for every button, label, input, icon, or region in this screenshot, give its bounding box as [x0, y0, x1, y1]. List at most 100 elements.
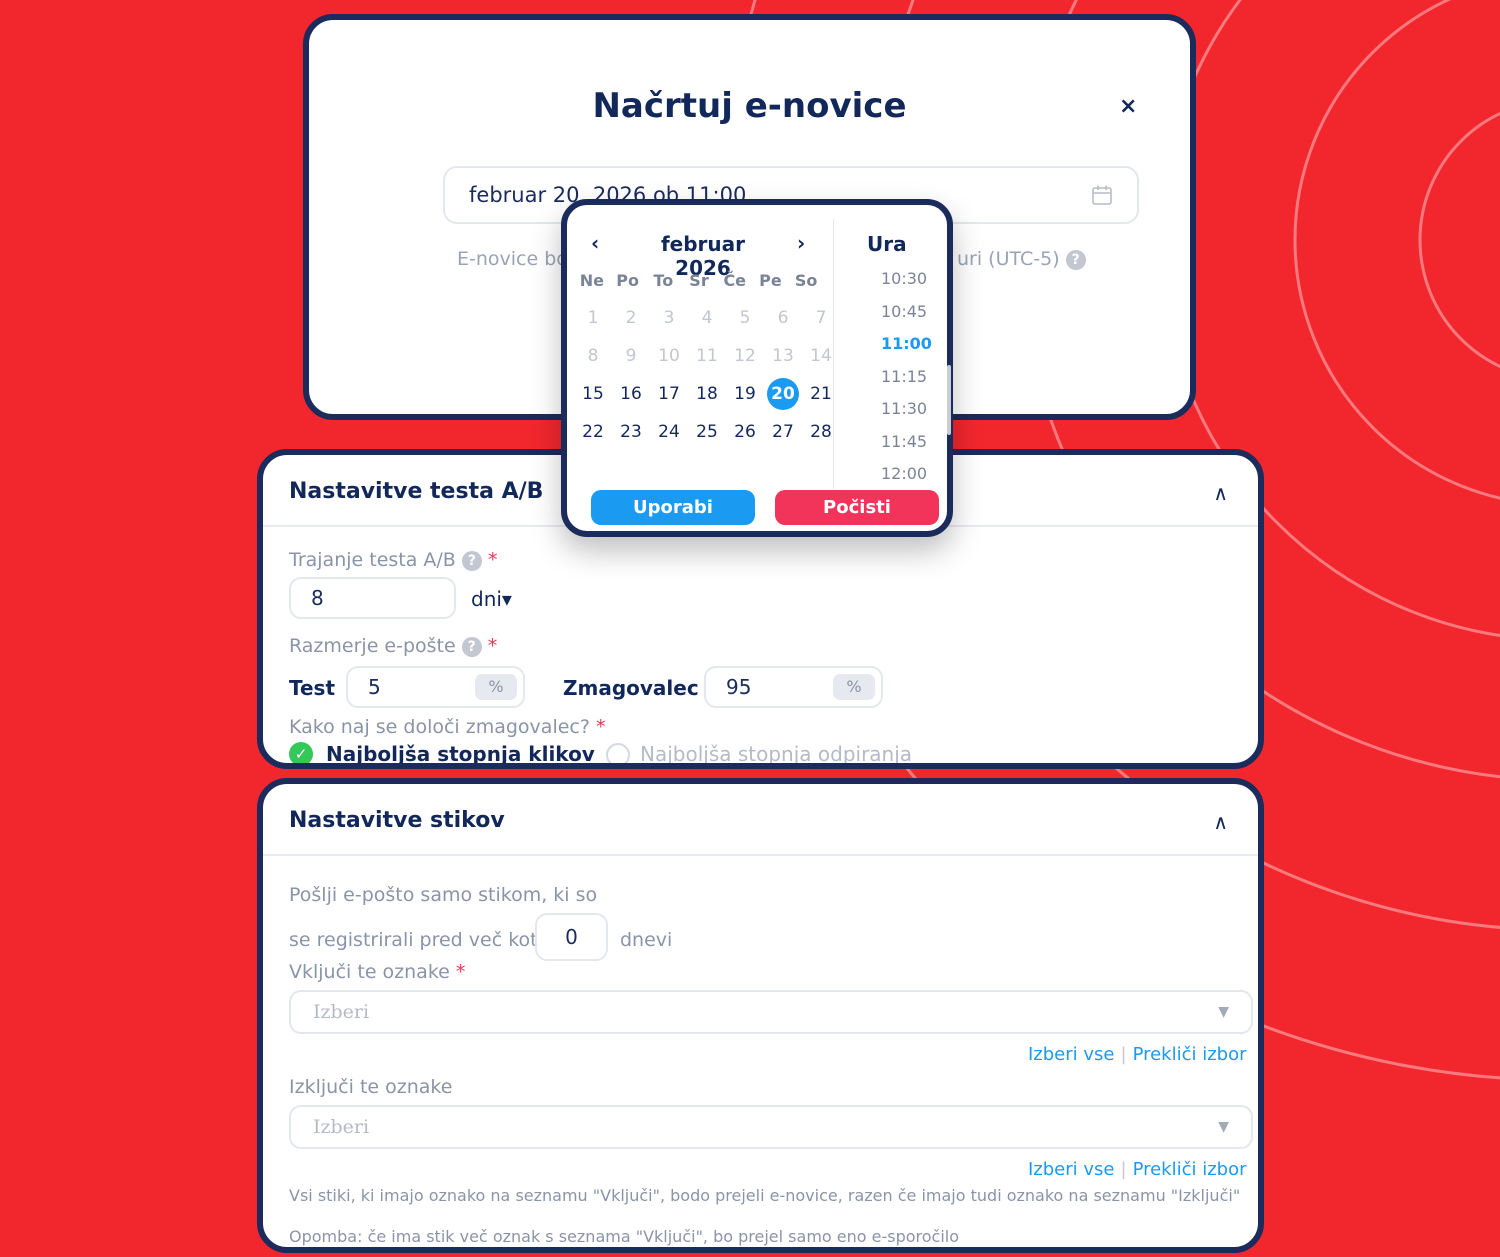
test-label: Test [289, 676, 336, 700]
time-list-scrollbar[interactable] [947, 365, 951, 435]
help-icon[interactable]: ? [461, 636, 482, 657]
prev-month-button[interactable]: ‹ [591, 231, 599, 255]
help-icon[interactable]: ? [461, 550, 482, 571]
select-all-link[interactable]: Izberi vse [1028, 1044, 1114, 1065]
days-unit: dnevi [620, 929, 673, 951]
apply-button[interactable]: Uporabi [591, 490, 755, 525]
weekday-label: Sr [689, 271, 709, 290]
link-separator: | [1120, 1044, 1127, 1065]
weekday-label: Po [616, 271, 639, 290]
timezone-note-end: uri (UTC-5) ? [957, 248, 1086, 270]
ab-section-title: Nastavitve testa A/B [289, 479, 544, 504]
date-picker-popup: ‹ februar 2026 › Ne Po To Sr Če Pe So 12345678… [561, 199, 953, 537]
calendar-week-row: 15 16 17 18 19 20 21 [574, 375, 840, 413]
include-tags-select[interactable]: Izberi ▼ [289, 990, 1253, 1034]
duration-unit-dropdown[interactable]: dni▾ [471, 587, 512, 611]
ab-duration-label: Trajanje testa A/B ? * [289, 549, 497, 571]
radio-best-open-rate[interactable] [606, 743, 630, 763]
required-mark: * [487, 635, 498, 657]
percent-suffix: % [833, 674, 875, 700]
option-best-click-rate[interactable]: Najboljša stopnja klikov [326, 742, 595, 763]
help-icon[interactable]: ? [1065, 249, 1086, 270]
exclude-tags-label: Izključi te oznake [289, 1076, 453, 1098]
next-month-button[interactable]: › [797, 231, 805, 255]
calendar-day[interactable]: 23 [615, 416, 647, 448]
link-separator: | [1120, 1159, 1127, 1180]
calendar-day[interactable]: 16 [615, 378, 647, 410]
calendar-icon[interactable] [1091, 184, 1113, 206]
time-option[interactable]: 10:45 [857, 296, 957, 329]
calendar-day: 9 [625, 346, 637, 366]
calendar-day[interactable]: 22 [577, 416, 609, 448]
registered-before-label: se registrirali pred več kot [289, 929, 538, 951]
weekday-label: Pe [759, 271, 782, 290]
calendar-day[interactable]: 26 [729, 416, 761, 448]
required-mark: * [455, 961, 466, 983]
select-all-link[interactable]: Izberi vse [1028, 1159, 1114, 1180]
winner-percent-input[interactable]: 95 % [704, 666, 883, 708]
email-ratio-text: Razmerje e-pošte [289, 635, 456, 657]
calendar-day: 2 [625, 308, 637, 328]
timezone-note-start: E-novice bo [457, 248, 568, 270]
time-option-selected[interactable]: 11:00 [857, 328, 957, 361]
calendar-day[interactable]: 27 [767, 416, 799, 448]
timezone-label: uri (UTC-5) [957, 248, 1060, 270]
calendar-day: 5 [739, 308, 751, 328]
include-tags-label: Vključi te oznake * [289, 961, 465, 983]
calendar-day: 10 [658, 346, 680, 366]
ab-duration-input[interactable]: 8 [289, 577, 456, 619]
required-mark: * [596, 716, 606, 738]
contacts-section-title: Nastavitve stikov [289, 808, 505, 833]
option-best-open-rate[interactable]: Najboljša stopnja odpiranja [640, 742, 912, 763]
close-icon[interactable]: × [1119, 94, 1137, 119]
hour-column-title: Ura [867, 232, 907, 256]
calendar-day[interactable]: 24 [653, 416, 685, 448]
time-list: 10:30 10:45 11:00 11:15 11:30 11:45 12:00 [857, 263, 957, 491]
percent-suffix: % [475, 674, 517, 700]
required-mark: * [487, 549, 498, 571]
days-input[interactable]: 0 [535, 913, 608, 961]
include-tags-text: Vključi te oznake [289, 961, 450, 983]
tags-note-text: Opomba: če ima stik več oznak s seznama … [289, 1227, 960, 1246]
calendar-day: 8 [587, 346, 599, 366]
time-option[interactable]: 11:15 [857, 361, 957, 394]
exclude-tags-actions: Izberi vse | Prekliči izbor [1028, 1159, 1247, 1180]
time-option[interactable]: 12:00 [857, 458, 957, 491]
picker-divider [833, 219, 834, 489]
calendar-day[interactable]: 25 [691, 416, 723, 448]
time-option[interactable]: 11:30 [857, 393, 957, 426]
test-percent-value: 5 [368, 675, 381, 699]
calendar-day[interactable]: 15 [577, 378, 609, 410]
calendar-day-selected[interactable]: 20 [767, 378, 799, 410]
winner-question-text: Kako naj se določi zmagovalec? [289, 716, 590, 738]
test-percent-input[interactable]: 5 % [346, 666, 525, 708]
calendar-day[interactable]: 17 [653, 378, 685, 410]
clear-button[interactable]: Počisti [775, 490, 939, 525]
chevron-down-icon: ▼ [1218, 1119, 1229, 1135]
collapse-chevron-icon[interactable]: ∧ [1213, 481, 1228, 505]
calendar-day[interactable]: 18 [691, 378, 723, 410]
include-tags-placeholder: Izberi [313, 1001, 370, 1023]
winner-question-label: Kako naj se določi zmagovalec? * [289, 716, 606, 738]
weekday-label: So [794, 271, 818, 290]
weekday-header: Ne Po To Sr Če Pe So [574, 271, 824, 290]
exclude-tags-placeholder: Izberi [313, 1116, 370, 1138]
include-tags-actions: Izberi vse | Prekliči izbor [1028, 1044, 1247, 1065]
calendar-day[interactable]: 19 [729, 378, 761, 410]
time-option[interactable]: 10:30 [857, 263, 957, 296]
deselect-link[interactable]: Prekliči izbor [1133, 1044, 1247, 1065]
exclude-tags-select[interactable]: Izberi ▼ [289, 1105, 1253, 1149]
tags-info-text: Vsi stiki, ki imajo oznako na seznamu "V… [289, 1186, 1241, 1205]
check-icon[interactable]: ✓ [289, 742, 313, 763]
section-divider [263, 854, 1258, 856]
calendar-grid: 1 2 3 4 5 6 7 8 9 10 11 12 13 14 15 16 17 18 19 20 21 22 23 24 2… [574, 299, 840, 451]
collapse-chevron-icon[interactable]: ∧ [1213, 810, 1228, 834]
winner-percent-value: 95 [726, 675, 752, 699]
deselect-link[interactable]: Prekliči izbor [1133, 1159, 1247, 1180]
time-option[interactable]: 11:45 [857, 426, 957, 459]
weekday-label: To [653, 271, 674, 290]
calendar-day: 12 [734, 346, 756, 366]
calendar-week-row: 22 23 24 25 26 27 28 [574, 413, 840, 451]
calendar-week-row: 1234567 [574, 299, 840, 337]
ab-duration-text: Trajanje testa A/B [289, 549, 456, 571]
